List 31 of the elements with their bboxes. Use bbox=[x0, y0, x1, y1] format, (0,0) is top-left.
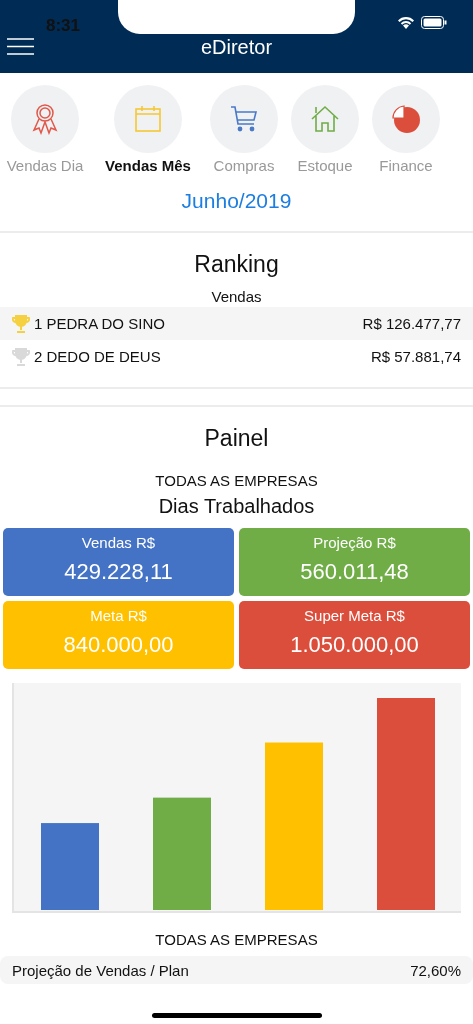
metric-value: 429.228,11 bbox=[64, 559, 173, 585]
app-title: eDiretor bbox=[200, 36, 273, 59]
summary-value: 72,60% bbox=[410, 961, 461, 979]
ranking-name: 1 PEDRA DO SINO bbox=[34, 315, 166, 332]
summary-label: Projeção de Vendas / Plan bbox=[12, 961, 190, 979]
metric-value: 560.011,48 bbox=[300, 559, 409, 585]
calendar-icon bbox=[134, 105, 162, 133]
metric-label: Meta R$ bbox=[90, 607, 147, 624]
cart-icon bbox=[230, 105, 258, 133]
metric-label: Super Meta R$ bbox=[304, 607, 405, 624]
ribbon-icon bbox=[31, 103, 59, 135]
status-time: 8:31 bbox=[46, 16, 81, 36]
wifi-icon bbox=[397, 16, 415, 29]
period-selector[interactable]: Junho/2019 bbox=[181, 189, 292, 212]
ranking-name: 2 DEDO DE DEUS bbox=[34, 348, 162, 365]
menu-icon[interactable] bbox=[7, 38, 35, 55]
metric-label: Projeção R$ bbox=[313, 534, 396, 551]
battery-icon bbox=[421, 16, 447, 29]
metric-value: 1.050.000,00 bbox=[290, 632, 419, 658]
section-title: Painel bbox=[204, 425, 269, 452]
section-title: Ranking bbox=[194, 251, 279, 278]
ranking-value: R$ 126.477,77 bbox=[362, 315, 461, 332]
metric-label: Vendas R$ bbox=[81, 534, 156, 551]
house-icon bbox=[311, 105, 339, 133]
company-scope: TODAS AS EMPRESAS bbox=[155, 472, 318, 489]
panel-subtitle: Dias Trabalhados bbox=[158, 495, 315, 518]
ranking-subtitle: Vendas bbox=[211, 288, 262, 305]
ranking-value: R$ 57.881,74 bbox=[370, 348, 461, 365]
company-scope: TODAS AS EMPRESAS bbox=[155, 931, 318, 948]
pie-chart-icon bbox=[391, 104, 421, 134]
metric-value: 840.000,00 bbox=[63, 632, 174, 658]
